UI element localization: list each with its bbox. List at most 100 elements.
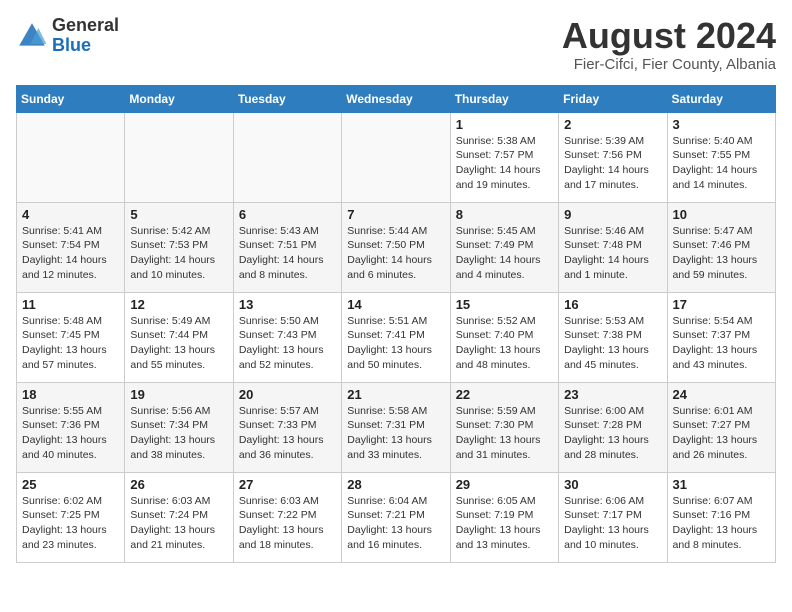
day-number: 27 xyxy=(239,477,336,492)
day-number: 25 xyxy=(22,477,119,492)
header-thursday: Thursday xyxy=(450,85,558,112)
header-sunday: Sunday xyxy=(17,85,125,112)
day-info: Sunrise: 5:55 AM Sunset: 7:36 PM Dayligh… xyxy=(22,404,119,463)
day-info: Sunrise: 5:42 AM Sunset: 7:53 PM Dayligh… xyxy=(130,224,227,283)
week-row-2: 11Sunrise: 5:48 AM Sunset: 7:45 PM Dayli… xyxy=(17,292,776,382)
calendar-cell: 23 Sunrise: 6:00 AM Sunset: 7:28 PM Dayli… xyxy=(559,382,667,472)
calendar-cell: 7Sunrise: 5:44 AM Sunset: 7:50 PM Daylig… xyxy=(342,202,450,292)
calendar-cell xyxy=(342,112,450,202)
day-number: 26 xyxy=(130,477,227,492)
logo-text: General Blue xyxy=(52,16,119,56)
header-friday: Friday xyxy=(559,85,667,112)
day-info: Sunrise: 5:41 AM Sunset: 7:54 PM Dayligh… xyxy=(22,224,119,283)
page-header: General Blue August 2024 Fier-Cifci, Fie… xyxy=(16,16,776,73)
day-number: 20 xyxy=(239,387,336,402)
calendar-cell: 3 Sunrise: 5:40 AM Sunset: 7:55 PM Daylig… xyxy=(667,112,775,202)
day-info: Sunrise: 6:03 AM Sunset: 7:24 PM Dayligh… xyxy=(130,494,227,553)
day-info: Sunrise: 5:51 AM Sunset: 7:41 PM Dayligh… xyxy=(347,314,444,373)
calendar-cell: 13Sunrise: 5:50 AM Sunset: 7:43 PM Dayli… xyxy=(233,292,341,382)
day-number: 31 xyxy=(673,477,770,492)
calendar-cell: 12Sunrise: 5:49 AM Sunset: 7:44 PM Dayli… xyxy=(125,292,233,382)
day-info: Sunrise: 5:48 AM Sunset: 7:45 PM Dayligh… xyxy=(22,314,119,373)
calendar-cell: 4 Sunrise: 5:41 AM Sunset: 7:54 PM Daylig… xyxy=(17,202,125,292)
day-info: Sunrise: 5:50 AM Sunset: 7:43 PM Dayligh… xyxy=(239,314,336,373)
day-number: 29 xyxy=(456,477,553,492)
calendar-table: SundayMondayTuesdayWednesdayThursdayFrid… xyxy=(16,85,776,563)
day-info: Sunrise: 5:52 AM Sunset: 7:40 PM Dayligh… xyxy=(456,314,553,373)
day-info: Sunrise: 5:53 AM Sunset: 7:38 PM Dayligh… xyxy=(564,314,661,373)
day-number: 3 xyxy=(673,117,770,132)
calendar-cell xyxy=(125,112,233,202)
calendar-cell: 17 Sunrise: 5:54 AM Sunset: 7:37 PM Dayli… xyxy=(667,292,775,382)
day-number: 14 xyxy=(347,297,444,312)
calendar-cell xyxy=(233,112,341,202)
day-number: 18 xyxy=(22,387,119,402)
day-info: Sunrise: 5:57 AM Sunset: 7:33 PM Dayligh… xyxy=(239,404,336,463)
day-info: Sunrise: 5:38 AM Sunset: 7:57 PM Dayligh… xyxy=(456,134,553,193)
calendar-cell: 30Sunrise: 6:06 AM Sunset: 7:17 PM Dayli… xyxy=(559,472,667,562)
day-number: 10 xyxy=(673,207,770,222)
day-number: 24 xyxy=(673,387,770,402)
logo-general: General xyxy=(52,15,119,35)
logo-blue: Blue xyxy=(52,35,91,55)
header-tuesday: Tuesday xyxy=(233,85,341,112)
day-number: 19 xyxy=(130,387,227,402)
day-info: Sunrise: 5:40 AM Sunset: 7:55 PM Dayligh… xyxy=(673,134,770,193)
day-info: Sunrise: 6:05 AM Sunset: 7:19 PM Dayligh… xyxy=(456,494,553,553)
day-info: Sunrise: 6:00 AM Sunset: 7:28 PM Dayligh… xyxy=(564,404,661,463)
calendar-cell: 22Sunrise: 5:59 AM Sunset: 7:30 PM Dayli… xyxy=(450,382,558,472)
day-number: 4 xyxy=(22,207,119,222)
day-info: Sunrise: 5:56 AM Sunset: 7:34 PM Dayligh… xyxy=(130,404,227,463)
week-row-0: 1 Sunrise: 5:38 AM Sunset: 7:57 PM Daylig… xyxy=(17,112,776,202)
day-number: 15 xyxy=(456,297,553,312)
calendar-cell: 28 Sunrise: 6:04 AM Sunset: 7:21 PM Dayli… xyxy=(342,472,450,562)
day-info: Sunrise: 5:46 AM Sunset: 7:48 PM Dayligh… xyxy=(564,224,661,283)
day-number: 12 xyxy=(130,297,227,312)
calendar-cell: 18 Sunrise: 5:55 AM Sunset: 7:36 PM Dayli… xyxy=(17,382,125,472)
calendar-cell: 9 Sunrise: 5:46 AM Sunset: 7:48 PM Daylig… xyxy=(559,202,667,292)
title-block: August 2024 Fier-Cifci, Fier County, Alb… xyxy=(562,16,776,73)
calendar-body: 1 Sunrise: 5:38 AM Sunset: 7:57 PM Daylig… xyxy=(17,112,776,562)
calendar-header: SundayMondayTuesdayWednesdayThursdayFrid… xyxy=(17,85,776,112)
calendar-cell: 14 Sunrise: 5:51 AM Sunset: 7:41 PM Dayli… xyxy=(342,292,450,382)
day-number: 1 xyxy=(456,117,553,132)
day-number: 28 xyxy=(347,477,444,492)
week-row-1: 4 Sunrise: 5:41 AM Sunset: 7:54 PM Daylig… xyxy=(17,202,776,292)
calendar-cell: 16 Sunrise: 5:53 AM Sunset: 7:38 PM Dayli… xyxy=(559,292,667,382)
calendar-cell: 21Sunrise: 5:58 AM Sunset: 7:31 PM Dayli… xyxy=(342,382,450,472)
day-info: Sunrise: 5:39 AM Sunset: 7:56 PM Dayligh… xyxy=(564,134,661,193)
header-wednesday: Wednesday xyxy=(342,85,450,112)
header-saturday: Saturday xyxy=(667,85,775,112)
day-number: 16 xyxy=(564,297,661,312)
day-info: Sunrise: 5:45 AM Sunset: 7:49 PM Dayligh… xyxy=(456,224,553,283)
logo-icon xyxy=(16,20,48,52)
day-info: Sunrise: 6:02 AM Sunset: 7:25 PM Dayligh… xyxy=(22,494,119,553)
week-row-4: 25 Sunrise: 6:02 AM Sunset: 7:25 PM Dayli… xyxy=(17,472,776,562)
day-number: 6 xyxy=(239,207,336,222)
day-info: Sunrise: 5:47 AM Sunset: 7:46 PM Dayligh… xyxy=(673,224,770,283)
calendar-cell: 26 Sunrise: 6:03 AM Sunset: 7:24 PM Dayli… xyxy=(125,472,233,562)
header-monday: Monday xyxy=(125,85,233,112)
calendar-cell: 24Sunrise: 6:01 AM Sunset: 7:27 PM Dayli… xyxy=(667,382,775,472)
day-info: Sunrise: 5:43 AM Sunset: 7:51 PM Dayligh… xyxy=(239,224,336,283)
day-info: Sunrise: 6:03 AM Sunset: 7:22 PM Dayligh… xyxy=(239,494,336,553)
calendar-cell: 20 Sunrise: 5:57 AM Sunset: 7:33 PM Dayli… xyxy=(233,382,341,472)
calendar-cell: 25 Sunrise: 6:02 AM Sunset: 7:25 PM Dayli… xyxy=(17,472,125,562)
week-row-3: 18 Sunrise: 5:55 AM Sunset: 7:36 PM Dayli… xyxy=(17,382,776,472)
day-number: 17 xyxy=(673,297,770,312)
day-number: 23 xyxy=(564,387,661,402)
calendar-cell: 2 Sunrise: 5:39 AM Sunset: 7:56 PM Daylig… xyxy=(559,112,667,202)
day-number: 2 xyxy=(564,117,661,132)
day-info: Sunrise: 5:58 AM Sunset: 7:31 PM Dayligh… xyxy=(347,404,444,463)
calendar-cell: 5 Sunrise: 5:42 AM Sunset: 7:53 PM Daylig… xyxy=(125,202,233,292)
calendar-cell: 6 Sunrise: 5:43 AM Sunset: 7:51 PM Daylig… xyxy=(233,202,341,292)
day-info: Sunrise: 6:06 AM Sunset: 7:17 PM Dayligh… xyxy=(564,494,661,553)
day-number: 5 xyxy=(130,207,227,222)
calendar-cell: 8Sunrise: 5:45 AM Sunset: 7:49 PM Daylig… xyxy=(450,202,558,292)
day-number: 9 xyxy=(564,207,661,222)
day-info: Sunrise: 6:04 AM Sunset: 7:21 PM Dayligh… xyxy=(347,494,444,553)
header-row: SundayMondayTuesdayWednesdayThursdayFrid… xyxy=(17,85,776,112)
calendar-cell: 11Sunrise: 5:48 AM Sunset: 7:45 PM Dayli… xyxy=(17,292,125,382)
day-info: Sunrise: 5:54 AM Sunset: 7:37 PM Dayligh… xyxy=(673,314,770,373)
logo: General Blue xyxy=(16,16,119,56)
